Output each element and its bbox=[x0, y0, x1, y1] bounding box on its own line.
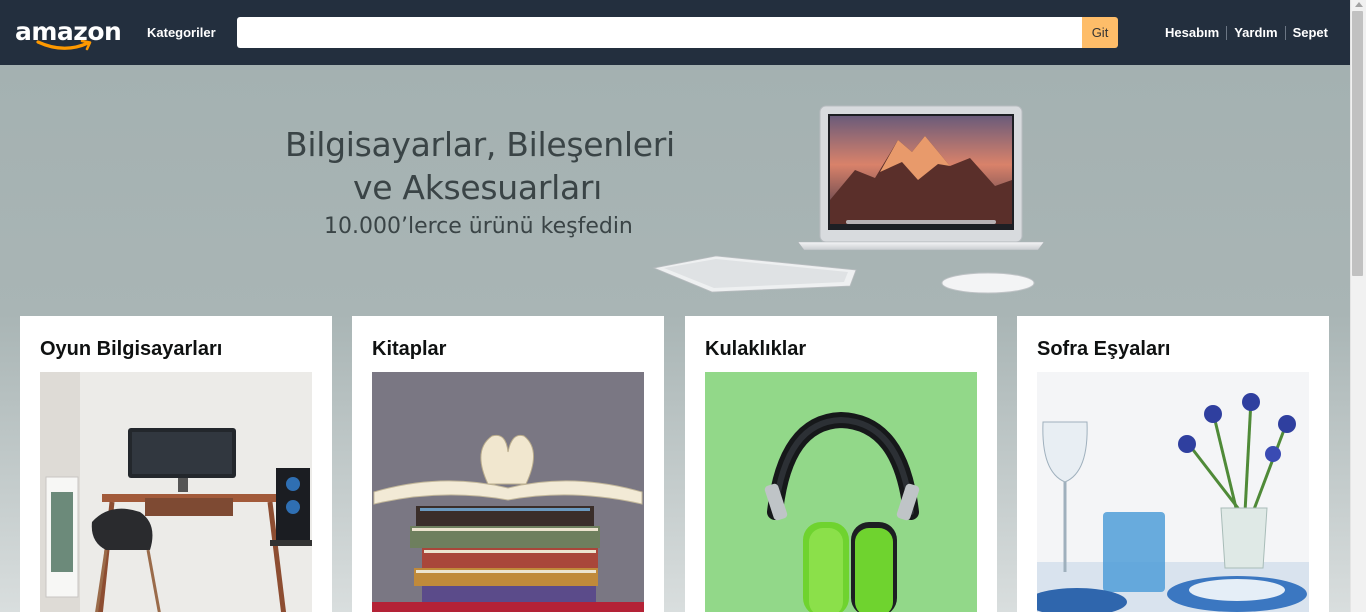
scroll-up-arrow-icon[interactable] bbox=[1355, 2, 1363, 7]
top-nav-bar: amazon Kategoriler Git Hesabım Yardım Se… bbox=[0, 0, 1350, 65]
nav-account-link[interactable]: Hesabım bbox=[1158, 24, 1226, 41]
category-card-tableware[interactable]: Sofra Eşyaları bbox=[1017, 316, 1329, 612]
categories-menu[interactable]: Kategoriler bbox=[147, 24, 216, 41]
logo-smile-icon bbox=[36, 40, 92, 51]
hero-title-line1: Bilgisayarlar, Bileşenleri bbox=[285, 125, 675, 164]
tableware-photo[interactable] bbox=[1037, 372, 1309, 612]
account-links: Hesabım Yardım Sepet bbox=[1158, 24, 1335, 41]
hero-title-line2: ve Aksesuarları bbox=[353, 168, 603, 207]
category-card-gaming-pcs[interactable]: Oyun Bilgisayarları bbox=[20, 316, 332, 612]
gaming-desk-photo[interactable] bbox=[40, 372, 312, 612]
book-stack-photo[interactable] bbox=[372, 372, 644, 612]
nav-cart-link[interactable]: Sepet bbox=[1286, 24, 1335, 41]
card-title: Sofra Eşyaları bbox=[1037, 338, 1171, 360]
headphones-photo[interactable] bbox=[705, 372, 977, 612]
card-title: Kitaplar bbox=[372, 338, 447, 360]
laptop-keyboard-mouse-illustration bbox=[652, 105, 1045, 294]
card-title: Oyun Bilgisayarları bbox=[40, 338, 223, 360]
amazon-logo[interactable]: amazon bbox=[14, 14, 122, 54]
category-card-headphones[interactable]: Kulaklıklar bbox=[685, 316, 997, 612]
search-button[interactable]: Git bbox=[1082, 17, 1118, 48]
hero-subtitle: 10.000’lerce ürünü keşfedin bbox=[324, 214, 633, 239]
search-input[interactable] bbox=[237, 17, 1083, 48]
category-card-books[interactable]: Kitaplar bbox=[352, 316, 664, 612]
nav-help-link[interactable]: Yardım bbox=[1227, 24, 1284, 41]
card-title: Kulaklıklar bbox=[705, 338, 807, 360]
scrollbar-thumb[interactable] bbox=[1352, 11, 1363, 276]
